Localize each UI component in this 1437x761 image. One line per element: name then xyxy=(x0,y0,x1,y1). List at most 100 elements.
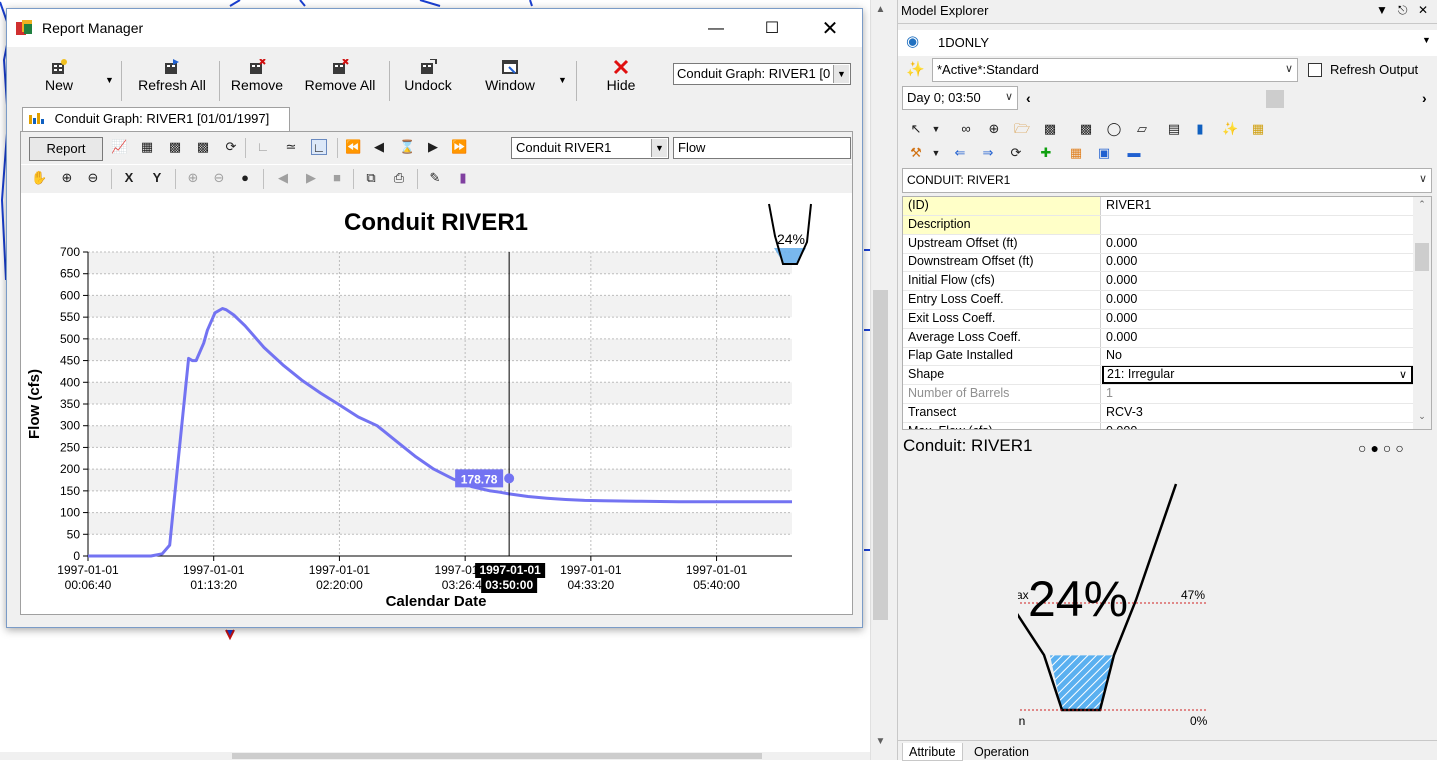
save-file-icon[interactable]: ▩ xyxy=(1042,121,1058,137)
refresh-output-checkbox[interactable] xyxy=(1308,63,1322,77)
chart-edit-icon[interactable]: 📈 xyxy=(111,139,127,155)
time-slider-thumb[interactable] xyxy=(1266,90,1284,108)
remove-all-button[interactable]: Remove All xyxy=(301,59,379,105)
layers-icon[interactable]: ▦ xyxy=(1250,121,1266,137)
chevron-down-icon[interactable]: ▼ xyxy=(1422,35,1431,45)
cursor-dropdown-icon[interactable]: ▼ xyxy=(928,121,944,137)
minimize-button[interactable]: — xyxy=(693,15,739,43)
report-manager-titlebar[interactable]: Report Manager — ☐ ✕ xyxy=(7,9,862,47)
property-value[interactable]: No xyxy=(1102,347,1413,365)
hourglass-icon[interactable]: ⌛ xyxy=(399,139,415,155)
property-row[interactable]: Max. Flow (cfs)0.000 xyxy=(903,422,1413,429)
hammer-icon[interactable]: ⚒ xyxy=(908,145,924,161)
property-row[interactable]: Downstream Offset (ft) 0.000 xyxy=(903,253,1413,273)
scroll-down-icon[interactable]: ⌄ xyxy=(1413,411,1431,422)
refresh-all-button[interactable]: Refresh All xyxy=(133,59,211,105)
splitter[interactable] xyxy=(889,0,898,760)
graph-icon[interactable]: ▮ xyxy=(1192,121,1208,137)
series-select[interactable]: Conduit RIVER1 ▼ xyxy=(511,137,669,159)
property-row[interactable]: Description xyxy=(903,215,1413,235)
property-value[interactable]: 0.000 xyxy=(1102,291,1413,309)
save-disk-icon[interactable]: ▩ xyxy=(1078,121,1094,137)
hammer-dropdown-icon[interactable]: ▼ xyxy=(928,145,944,161)
globe-icon[interactable]: ● xyxy=(237,170,253,186)
parameter-field[interactable]: Flow xyxy=(673,137,851,159)
scroll-up-icon[interactable]: ⌃ xyxy=(1413,199,1431,210)
flow-chart[interactable]: 0 50 100 150 200 250 300 350 400 450 500 550 600 650 7… xyxy=(21,194,852,614)
pipe-icon[interactable]: ▬ xyxy=(1126,145,1142,161)
close-button[interactable]: ✕ xyxy=(807,15,853,43)
property-value[interactable] xyxy=(1102,216,1413,234)
new-dropdown-arrow[interactable]: ▼ xyxy=(105,75,114,85)
eraser-icon[interactable]: ▱ xyxy=(1134,121,1150,137)
id-add-icon[interactable]: ✚ xyxy=(1038,145,1054,161)
save-as-icon[interactable]: ▩ xyxy=(195,139,211,155)
window-dropdown-arrow[interactable]: ▼ xyxy=(558,75,567,85)
next-step-icon[interactable]: ▶ xyxy=(425,139,441,155)
pin-icon[interactable]: ⎋ xyxy=(1398,3,1408,18)
property-value[interactable]: 1 xyxy=(1102,385,1413,403)
time-forward-icon[interactable]: › xyxy=(1422,90,1427,106)
arrow-left-icon[interactable]: ⇐ xyxy=(952,145,968,161)
open-folder-icon[interactable]: 🗁 xyxy=(1014,121,1030,137)
maximize-button[interactable]: ☐ xyxy=(749,15,795,43)
last-step-icon[interactable]: ⏩ xyxy=(451,139,467,155)
x-axis-icon[interactable]: X xyxy=(121,170,137,186)
tab-attribute[interactable]: Attribute xyxy=(902,743,963,761)
property-value[interactable]: 0.000 xyxy=(1102,310,1413,328)
first-step-icon[interactable]: ⏪ xyxy=(345,139,361,155)
report-icon[interactable]: ▤ xyxy=(1166,121,1182,137)
time-back-icon[interactable]: ‹ xyxy=(1026,90,1031,106)
lasso-icon[interactable]: ◯ xyxy=(1106,121,1122,137)
tab-conduit-graph[interactable]: Conduit Graph: RIVER1 [01/01/1997] xyxy=(22,107,290,131)
property-row[interactable]: (ID) RIVER1 xyxy=(903,197,1413,216)
property-value[interactable]: 0.000 xyxy=(1102,253,1413,271)
undock-button[interactable]: Undock xyxy=(399,59,457,105)
property-value[interactable]: 0.000 xyxy=(1102,272,1413,290)
tools-icon[interactable]: ✨ xyxy=(1222,121,1238,137)
element-select[interactable]: CONDUIT: RIVER1 ∨ xyxy=(902,168,1432,193)
tab-operation[interactable]: Operation xyxy=(968,743,1035,761)
property-value[interactable]: 0.000 xyxy=(1102,329,1413,347)
properties-icon[interactable]: ✎ xyxy=(427,170,443,186)
remove-button[interactable]: Remove xyxy=(227,59,287,105)
arrow-right-icon[interactable]: ⇒ xyxy=(980,145,996,161)
select-cursor-icon[interactable]: ↖ xyxy=(908,121,924,137)
chart-type-icon[interactable]: ∟ xyxy=(311,139,327,155)
property-row[interactable]: Upstream Offset (ft) 0.000 xyxy=(903,234,1413,254)
book-icon[interactable]: ▮ xyxy=(455,170,471,186)
property-value[interactable]: 0.000 xyxy=(1102,423,1413,429)
network-icon[interactable]: ▣ xyxy=(1096,145,1112,161)
window-button[interactable]: Window xyxy=(479,59,541,105)
time-slider[interactable] xyxy=(1044,90,1414,108)
report-button[interactable]: Report xyxy=(29,137,103,161)
page-dots[interactable]: ○●○○ xyxy=(1358,440,1408,456)
property-row[interactable]: Shape 21: Irregular ∨ xyxy=(903,365,1413,386)
property-row[interactable]: Average Loss Coeff. 0.000 xyxy=(903,328,1413,348)
shape-dropdown-icon[interactable]: ∨ xyxy=(1399,368,1407,381)
print-icon[interactable]: ⎙ xyxy=(391,170,407,186)
property-value[interactable]: RCV-3 xyxy=(1102,404,1413,422)
area-chart-icon[interactable]: ≃ xyxy=(283,139,299,155)
zoom-out-icon[interactable]: ⊖ xyxy=(85,170,101,186)
history-icon[interactable]: ⟳ xyxy=(1008,145,1024,161)
time-select[interactable]: Day 0; 03:50 ∨ xyxy=(902,86,1018,110)
copy-icon[interactable]: ⧉ xyxy=(363,170,379,186)
property-row[interactable]: Number of Barrels 1 xyxy=(903,385,1413,404)
previous-step-icon[interactable]: ◀ xyxy=(371,139,387,155)
link-icon[interactable]: ∞ xyxy=(958,121,974,137)
map-horizontal-scrollbar[interactable] xyxy=(0,752,870,760)
property-row[interactable]: Entry Loss Coeff. 0.000 xyxy=(903,291,1413,310)
property-value[interactable]: 0.000 xyxy=(1102,235,1413,253)
property-value[interactable]: 21: Irregular ∨ xyxy=(1102,365,1413,385)
hide-button[interactable]: Hide xyxy=(597,59,645,105)
map-vertical-scrollbar[interactable]: ▲ ▼ xyxy=(870,0,889,760)
copy-data-icon[interactable]: ▦ xyxy=(139,139,155,155)
new-button[interactable]: New xyxy=(37,59,81,105)
zoom-icon[interactable]: ⊕ xyxy=(986,121,1002,137)
property-row[interactable]: Transect RCV-3 xyxy=(903,403,1413,423)
close-icon[interactable]: ✕ xyxy=(1418,3,1428,17)
pan-hand-icon[interactable]: ✋ xyxy=(31,170,47,186)
property-row[interactable]: Exit Loss Coeff. 0.000 xyxy=(903,309,1413,329)
table-icon[interactable]: ▦ xyxy=(1068,145,1084,161)
